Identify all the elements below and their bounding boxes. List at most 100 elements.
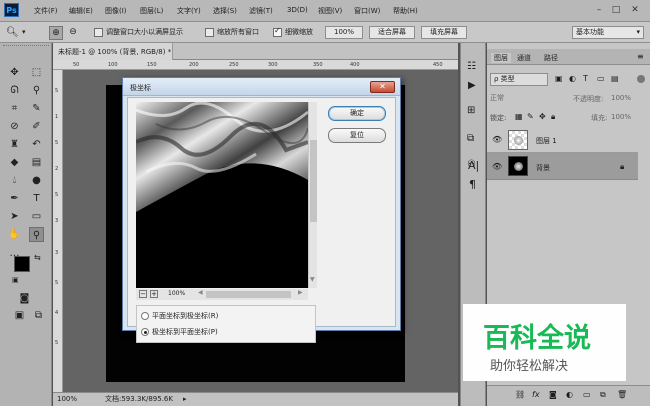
character-a-icon[interactable]: A|	[468, 159, 479, 172]
filter-type-icon[interactable]: T	[583, 74, 588, 83]
filter-image-icon[interactable]: ▣	[555, 74, 563, 83]
opacity-value[interactable]: 100%	[611, 94, 631, 102]
fill-value[interactable]: 100%	[611, 113, 631, 121]
status-zoom[interactable]: 100%	[57, 393, 77, 406]
healing-brush-icon[interactable]: ⊘	[7, 119, 22, 134]
default-colors-icon[interactable]: ▣	[12, 276, 19, 284]
scroll-right-icon[interactable]: ▶	[298, 289, 303, 296]
hand-tool-icon[interactable]: ✋	[7, 227, 22, 242]
swap-colors-icon[interactable]: ⇆	[34, 253, 41, 262]
tab-channels[interactable]: 通道	[517, 53, 531, 63]
rect-to-polar-radio[interactable]	[141, 312, 149, 320]
path-selection-icon[interactable]: ➤	[7, 209, 22, 224]
visibility-eye-icon[interactable]: 👁︎	[492, 162, 502, 171]
history-brush-icon[interactable]: ↶	[29, 137, 44, 152]
horizontal-scrollbar-thumb[interactable]	[206, 291, 291, 298]
dialog-close-button[interactable]: ✕	[370, 81, 395, 93]
status-menu-arrow-icon[interactable]: ▸	[183, 393, 187, 406]
zoom-in-button[interactable]: +	[150, 290, 158, 298]
layer-row-layer1[interactable]: 👁︎ 图层 1	[487, 127, 638, 153]
preview-vertical-scrollbar[interactable]: ▼	[308, 102, 317, 288]
crop-tool-icon[interactable]: ⌗	[7, 101, 22, 116]
polar-to-rect-label[interactable]: 极坐标到平面坐标(P)	[152, 327, 218, 337]
document-tab[interactable]: 未标题-1 @ 100% (背景, RGB/8) *	[53, 43, 173, 60]
close-window-button[interactable]: ✕	[628, 4, 642, 16]
lock-all-icon[interactable]: 🔒︎	[551, 112, 555, 122]
resize-windows-checkbox[interactable]	[94, 28, 103, 37]
layer-lock-icon[interactable]: 🔒︎	[620, 162, 624, 172]
filter-smart-icon[interactable]: ▤	[611, 74, 619, 83]
maximize-button[interactable]: □	[609, 4, 623, 16]
marquee-tool-icon[interactable]: ⬚	[29, 65, 44, 80]
rect-to-polar-label[interactable]: 平面坐标到极坐标(R)	[152, 311, 218, 321]
fx-icon[interactable]: fx	[532, 390, 540, 399]
menu-type[interactable]: 文字(Y)	[177, 6, 201, 16]
polar-to-rect-radio[interactable]	[141, 328, 149, 336]
reset-button[interactable]: 复位	[328, 128, 386, 143]
mask-icon[interactable]: ◙	[549, 390, 557, 399]
type-tool-icon[interactable]: T	[29, 191, 44, 206]
zoom-100-button[interactable]: 100%	[325, 26, 363, 39]
menu-help[interactable]: 帮助(H)	[393, 6, 418, 16]
menu-window[interactable]: 窗口(W)	[354, 6, 380, 16]
menu-select[interactable]: 选择(S)	[213, 6, 237, 16]
zoom-out-button[interactable]: −	[139, 290, 147, 298]
menu-file[interactable]: 文件(F)	[34, 6, 58, 16]
menu-3d[interactable]: 3D(D)	[287, 6, 308, 14]
folder-icon[interactable]: ▭	[583, 390, 591, 399]
foreground-color-swatch[interactable]	[14, 256, 30, 272]
filter-preview[interactable]	[136, 102, 308, 288]
new-layer-icon[interactable]: ⧉	[600, 390, 606, 400]
menu-view[interactable]: 视图(V)	[318, 6, 342, 16]
history-panel-icon[interactable]: ☷	[467, 61, 476, 72]
zoom-tool-icon[interactable]: 🔍︎	[6, 26, 19, 39]
menu-filter[interactable]: 滤镜(T)	[249, 6, 273, 16]
scrollbar-thumb[interactable]	[310, 140, 317, 222]
quick-mask-icon[interactable]: ◙	[17, 291, 32, 306]
screen-mode-2-icon[interactable]: ⧉	[31, 308, 46, 323]
visibility-eye-icon[interactable]: 👁︎	[492, 135, 502, 144]
filter-shape-icon[interactable]: ▭	[597, 74, 605, 83]
scroll-down-icon[interactable]: ▼	[310, 276, 315, 283]
filter-adjust-icon[interactable]: ◐	[569, 74, 576, 83]
fill-screen-button[interactable]: 填充屏幕	[421, 26, 467, 39]
properties-panel-icon[interactable]: ⊞	[467, 105, 475, 116]
layer-name[interactable]: 背景	[536, 163, 550, 173]
menu-edit[interactable]: 编辑(E)	[69, 6, 93, 16]
panel-menu-icon[interactable]: ≡	[637, 52, 644, 61]
trash-icon[interactable]: 🗑︎	[617, 390, 627, 399]
toolbar-grip[interactable]	[3, 45, 49, 49]
screen-mode-icon[interactable]: ▣	[12, 308, 27, 323]
link-icon[interactable]: ⛓	[515, 390, 525, 399]
blur-tool-icon[interactable]: 💧︎	[7, 173, 22, 188]
tab-paths[interactable]: 路径	[544, 53, 558, 63]
adjustment-icon[interactable]: ◐	[566, 390, 573, 399]
shape-tool-icon[interactable]: ▭	[29, 209, 44, 224]
eraser-icon[interactable]: ◆	[7, 155, 22, 170]
actions-panel-icon[interactable]: ▶	[468, 80, 476, 91]
workspace-select[interactable]: 基本功能 ▾	[572, 26, 644, 39]
filter-toggle-icon[interactable]	[637, 75, 645, 83]
lasso-tool-icon[interactable]: ᘏ	[7, 83, 22, 98]
dialog-titlebar[interactable]: 极坐标 ✕	[123, 78, 400, 96]
fit-screen-button[interactable]: 适合屏幕	[369, 26, 415, 39]
clone-stamp-icon[interactable]: ♜	[7, 137, 22, 152]
brush-tool-icon[interactable]: ✐	[29, 119, 44, 134]
move-tool-icon[interactable]: ✥	[7, 65, 22, 80]
lock-pixels-icon[interactable]: ✎	[527, 112, 534, 121]
zoom-out-icon[interactable]: ⊖	[66, 26, 80, 40]
layer-row-background[interactable]: 👁︎ 背景 🔒︎	[487, 153, 638, 180]
magic-wand-icon[interactable]: ⚲	[29, 83, 44, 98]
menu-image[interactable]: 图像(I)	[105, 6, 127, 16]
dodge-tool-icon[interactable]: ●	[29, 173, 44, 188]
zoom-all-checkbox[interactable]	[205, 28, 214, 37]
pen-tool-icon[interactable]: ✒	[7, 191, 22, 206]
tab-layers[interactable]: 图层	[491, 53, 511, 63]
clone-source-icon[interactable]: ⧉	[467, 133, 474, 144]
minimize-button[interactable]: –	[592, 4, 606, 16]
gradient-icon[interactable]: ▤	[29, 155, 44, 170]
paragraph-icon[interactable]: ¶	[469, 178, 476, 191]
eyedropper-icon[interactable]: ✎	[29, 101, 44, 116]
lock-transparent-icon[interactable]: ▦	[515, 112, 523, 121]
layer-name[interactable]: 图层 1	[536, 136, 557, 146]
